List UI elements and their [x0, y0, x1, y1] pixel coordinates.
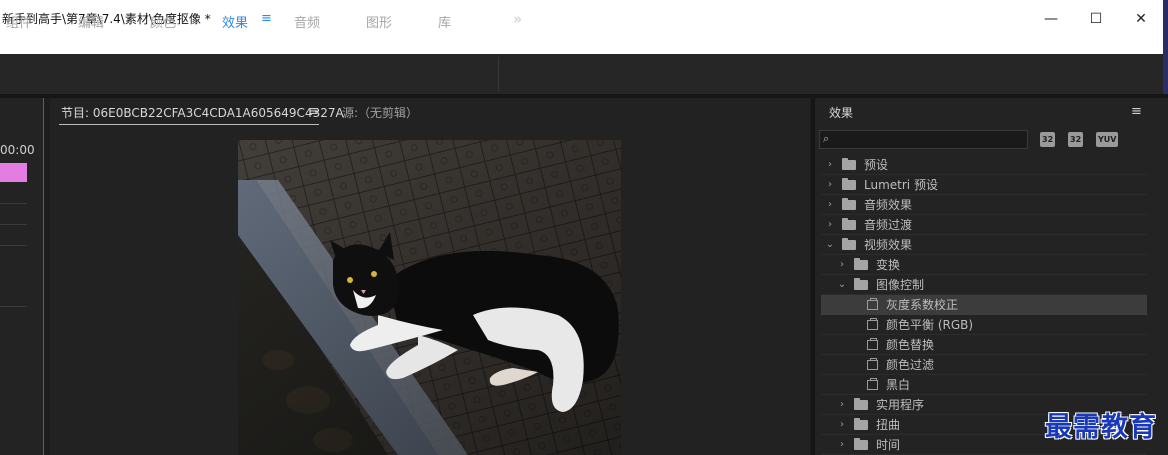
chevron-right-icon[interactable]: ›	[825, 219, 835, 230]
workspace-tab-graphics[interactable]: 图形	[366, 12, 392, 31]
track-line	[0, 224, 27, 225]
program-panel-menu-icon[interactable]: ≡	[308, 104, 319, 119]
32bit-color-filter-icon[interactable]: 32	[1068, 132, 1084, 147]
effect-icon	[867, 317, 878, 330]
effect-icon	[867, 297, 878, 310]
folder-icon	[854, 277, 868, 290]
workspace-tab-color[interactable]: 颜色	[150, 12, 176, 31]
track-line	[0, 203, 27, 204]
tree-item-label: 颜色过滤	[886, 358, 935, 372]
effects-panel-menu-icon[interactable]: ≡	[1131, 104, 1142, 119]
chevron-down-icon[interactable]: ⌄	[825, 239, 835, 250]
workspace-bar	[0, 54, 1163, 94]
source-monitor-tab[interactable]: 源:（无剪辑）	[342, 104, 418, 121]
program-monitor-tab[interactable]: 节目: 06E0BCB22CFA3C4CDA1A605649C4327A	[61, 104, 344, 121]
workspace-tab-audio[interactable]: 音频	[294, 12, 320, 31]
chevron-right-icon[interactable]: ›	[837, 419, 847, 430]
tree-item-label: 扭曲	[876, 418, 901, 432]
maximize-button[interactable]: ☐	[1081, 8, 1111, 30]
effect-icon	[867, 377, 878, 390]
minimize-button[interactable]: —	[1036, 8, 1066, 30]
chevron-right-icon[interactable]: ›	[837, 259, 847, 270]
workspace-menu-icon[interactable]: ≡	[261, 11, 272, 26]
effects-panel-title[interactable]: 效果	[829, 104, 853, 121]
tree-item-label: 视频效果	[864, 238, 913, 252]
chevron-right-icon[interactable]: ›	[825, 159, 835, 170]
chevron-down-icon[interactable]: ⌄	[837, 279, 847, 290]
chevron-right-icon[interactable]: ›	[837, 399, 847, 410]
close-button[interactable]: ✕	[1126, 8, 1156, 30]
tree-item-label: 时间	[876, 438, 901, 452]
track-line	[0, 306, 27, 307]
effects-search-input[interactable]	[819, 130, 1028, 149]
tree-item-label: 灰度系数校正	[886, 298, 959, 312]
track-line	[0, 245, 27, 246]
folder-icon	[854, 437, 868, 450]
effects-folder[interactable]: › 预设	[821, 155, 1147, 175]
watermark-logo: 最需教育	[1045, 412, 1157, 443]
effects-folder[interactable]: › 音频过渡	[821, 215, 1147, 235]
tree-item-label: Lumetri 预设	[864, 178, 938, 192]
active-tab-underline	[59, 124, 319, 125]
folder-icon	[854, 257, 868, 270]
effect-icon	[867, 357, 878, 370]
workspace-tab-assembly[interactable]: 组件	[6, 12, 32, 31]
timeline-clip[interactable]	[0, 163, 27, 182]
effect-item[interactable]: 颜色平衡 (RGB)	[821, 315, 1147, 335]
timecode: 00:00	[0, 143, 35, 157]
effect-item[interactable]: 灰度系数校正	[821, 295, 1147, 315]
accelerated-effects-filter-icon[interactable]: 32	[1040, 132, 1056, 147]
folder-icon	[842, 217, 856, 230]
chevron-right-icon[interactable]: ›	[837, 439, 847, 450]
tree-item-label: 音频过渡	[864, 218, 913, 232]
effects-folder[interactable]: ⌄ 视频效果	[821, 235, 1147, 255]
tree-item-label: 黑白	[886, 378, 911, 392]
tree-item-label: 实用程序	[876, 398, 925, 412]
chevron-right-icon[interactable]: ›	[825, 199, 835, 210]
effects-folder[interactable]: › 音频效果	[821, 195, 1147, 215]
yuv-effects-filter-icon[interactable]: YUV	[1096, 132, 1119, 147]
tree-item-label: 预设	[864, 158, 889, 172]
folder-icon	[842, 157, 856, 170]
desktop-edge	[1163, 0, 1168, 95]
folder-icon	[854, 417, 868, 430]
folder-icon	[842, 177, 856, 190]
tree-item-label: 颜色平衡 (RGB)	[886, 318, 974, 332]
effects-folder[interactable]: › Lumetri 预设	[821, 175, 1147, 195]
window-title: 新手到高手\第7章\7.4\素材\色度抠像 *	[2, 12, 211, 26]
tree-item-label: 颜色替换	[886, 338, 935, 352]
folder-icon	[842, 237, 856, 250]
effect-item[interactable]: 颜色过滤	[821, 355, 1147, 375]
workspace-tab-effects[interactable]: 效果	[222, 12, 248, 31]
effect-item[interactable]: 颜色替换	[821, 335, 1147, 355]
effect-item[interactable]: 黑白	[821, 375, 1147, 395]
folder-icon	[842, 197, 856, 210]
video-preview[interactable]	[238, 140, 621, 455]
effects-folder[interactable]: ⌄ 图像控制	[821, 275, 1147, 295]
workspace-tab-libraries[interactable]: 库	[438, 12, 451, 31]
effects-folder[interactable]: › 变换	[821, 255, 1147, 275]
folder-icon	[854, 397, 868, 410]
workspace-tab-editing[interactable]: 编辑	[78, 12, 104, 31]
tree-item-label: 图像控制	[876, 278, 925, 292]
more-workspaces-icon[interactable]: »	[513, 10, 522, 28]
tree-item-label: 变换	[876, 258, 901, 272]
chevron-right-icon[interactable]: ›	[825, 179, 835, 190]
nav-divider	[498, 57, 499, 91]
search-icon: ⌕	[823, 132, 830, 145]
cat-on-pavement-image	[238, 140, 621, 455]
tree-item-label: 音频效果	[864, 198, 913, 212]
effect-icon	[867, 337, 878, 350]
